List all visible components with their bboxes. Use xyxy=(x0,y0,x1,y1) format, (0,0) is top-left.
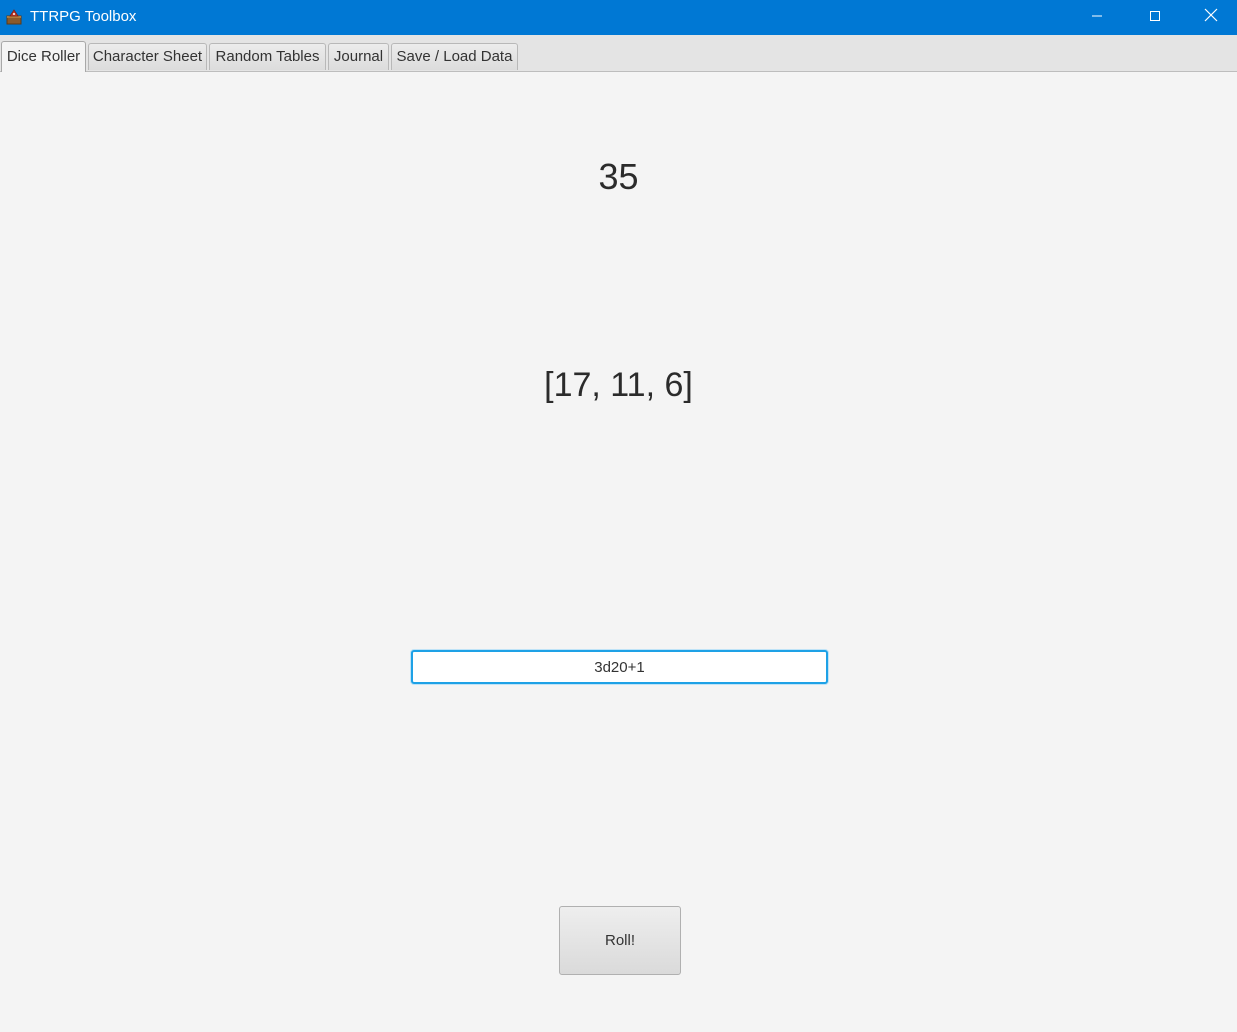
close-icon xyxy=(1204,8,1218,27)
minimize-icon xyxy=(1091,9,1103,27)
tab-random-tables[interactable]: Random Tables xyxy=(209,43,326,70)
maximize-button[interactable] xyxy=(1126,0,1184,35)
tab-save-load-data[interactable]: Save / Load Data xyxy=(391,43,518,70)
tab-dice-roller[interactable]: Dice Roller xyxy=(1,41,86,72)
tab-bar: Dice Roller Character Sheet Random Table… xyxy=(0,35,1237,72)
minimize-button[interactable] xyxy=(1068,0,1126,35)
close-button[interactable] xyxy=(1184,0,1237,35)
window-title: TTRPG Toolbox xyxy=(30,8,137,25)
roll-button[interactable]: Roll! xyxy=(559,906,681,975)
tab-journal[interactable]: Journal xyxy=(328,43,389,70)
dice-expression-input[interactable] xyxy=(411,650,828,684)
dice-chest-icon xyxy=(5,8,23,26)
roll-total: 35 xyxy=(598,156,639,197)
maximize-icon xyxy=(1149,9,1161,27)
title-bar[interactable]: TTRPG Toolbox xyxy=(0,0,1237,35)
app-window: TTRPG Toolbox Dice Roller Character Shee… xyxy=(0,0,1237,1032)
tab-character-sheet[interactable]: Character Sheet xyxy=(88,43,207,70)
individual-rolls: [17, 11, 6] xyxy=(544,366,693,404)
